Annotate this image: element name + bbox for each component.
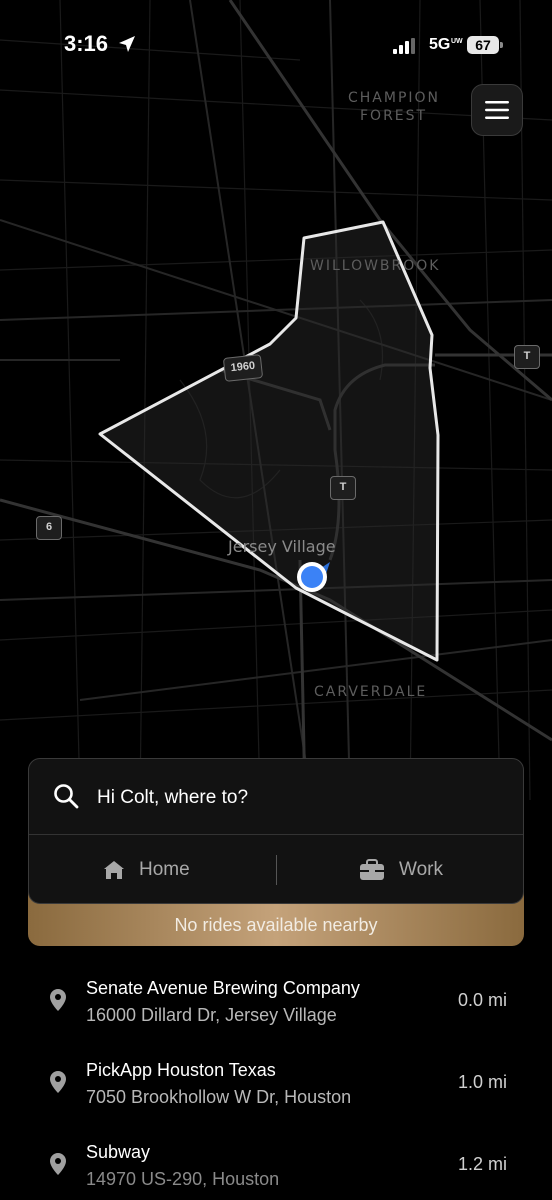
suggestion-distance: 1.2 mi <box>457 1154 507 1174</box>
briefcase-icon <box>360 859 384 880</box>
map-label-jersey-village: Jersey Village <box>228 537 336 556</box>
hamburger-menu-icon <box>485 101 509 119</box>
map-label-forest: FOREST <box>360 108 428 124</box>
network-type: 5G <box>429 36 451 53</box>
highway-1960-shield: 1960 <box>222 354 264 382</box>
work-label: Work <box>399 859 443 880</box>
saved-places-row: Home Work <box>29 835 523 903</box>
menu-button[interactable] <box>471 84 523 136</box>
suggestion-distance: 0.0 mi <box>457 990 507 1010</box>
battery-tip <box>500 42 503 48</box>
search-prompt: Hi Colt, where to? <box>97 787 249 808</box>
toll-road-shield-east: T <box>514 345 540 369</box>
suggestion-name: PickApp Houston Texas <box>86 1060 276 1080</box>
location-pin-icon <box>50 1153 66 1175</box>
shortcut-divider <box>276 855 277 885</box>
suggestion-item[interactable]: PickApp Houston Texas 7050 Brookhollow W… <box>0 1042 552 1124</box>
cellular-signal-icon <box>393 38 415 54</box>
work-shortcut-button[interactable]: Work <box>359 835 443 903</box>
suggestion-address: 14970 US-290, Houston <box>86 1169 280 1189</box>
search-card: Hi Colt, where to? Home Work <box>28 758 524 904</box>
suggestion-item[interactable]: Subway 14970 US-290, Houston 1.2 mi <box>0 1124 552 1200</box>
map-label-champion: CHAMPION <box>348 90 441 106</box>
network-subtype: UW <box>451 38 463 45</box>
home-label: Home <box>139 859 190 880</box>
map-canvas[interactable] <box>0 0 552 800</box>
us-6-shield: 6 <box>36 516 62 540</box>
destination-search-bar[interactable]: Hi Colt, where to? <box>29 759 523 835</box>
map-label-carverdale: CARVERDALE <box>314 684 428 700</box>
suggestion-address: 16000 Dillard Dr, Jersey Village <box>86 1005 337 1025</box>
location-pin-icon <box>50 1071 66 1093</box>
suggestion-item[interactable]: Senate Avenue Brewing Company 16000 Dill… <box>0 960 552 1042</box>
map-label-willowbrook: WILLOWBROOK <box>310 258 441 274</box>
home-icon <box>104 861 124 879</box>
home-shortcut-button[interactable]: Home <box>103 835 190 903</box>
suggestion-name: Senate Avenue Brewing Company <box>86 978 360 998</box>
toll-road-shield: T <box>330 476 356 500</box>
location-pin-icon <box>50 989 66 1011</box>
battery-indicator: 67 <box>467 36 499 54</box>
search-icon <box>54 784 79 809</box>
suggestion-address: 7050 Brookhollow W Dr, Houston <box>86 1087 352 1107</box>
suggestion-distance: 1.0 mi <box>457 1072 507 1092</box>
status-bar: 3:16 5G UW 67 <box>0 0 552 90</box>
suggestion-name: Subway <box>86 1142 151 1162</box>
location-services-icon <box>119 36 135 52</box>
map-view[interactable]: CHAMPION FOREST WILLOWBROOK Jersey Villa… <box>0 0 552 800</box>
status-time: 3:16 <box>64 31 109 56</box>
